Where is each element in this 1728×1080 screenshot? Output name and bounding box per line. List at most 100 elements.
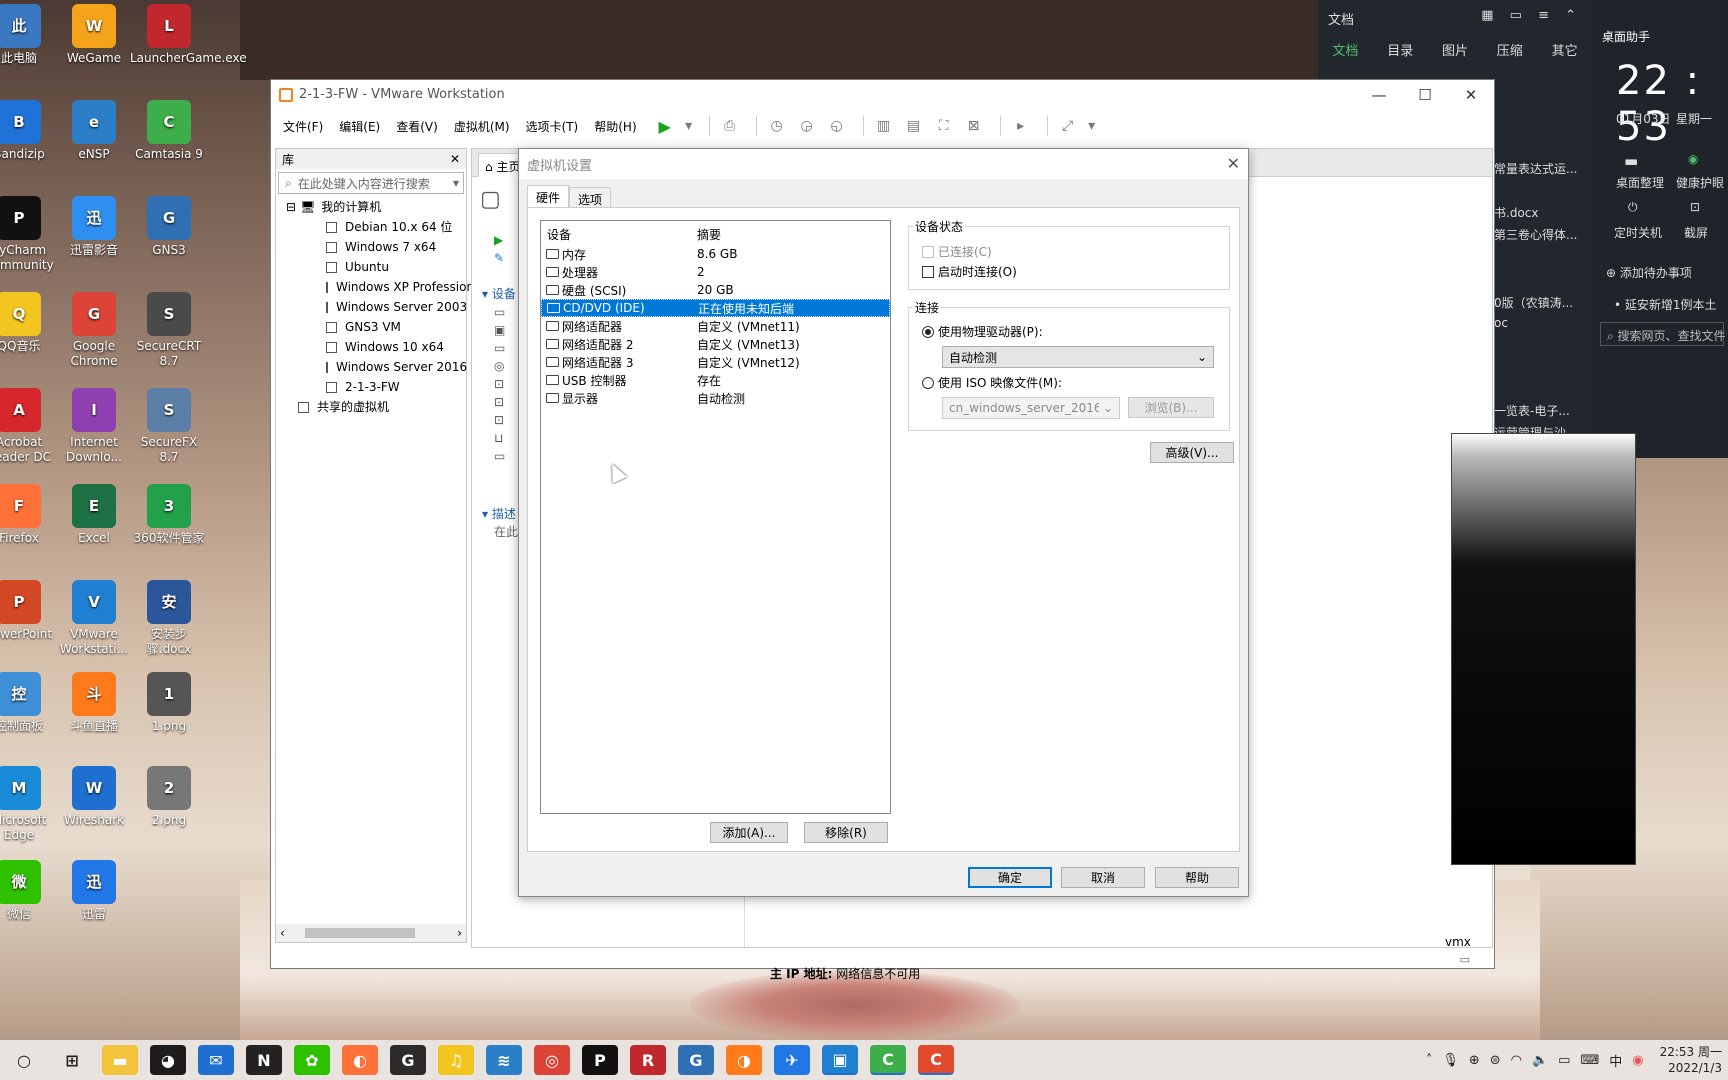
- desktop-icon[interactable]: 1 1.png: [130, 672, 208, 734]
- firefox-icon[interactable]: ◐: [342, 1045, 378, 1075]
- fullscreen-icon[interactable]: ⛶: [932, 115, 956, 137]
- widget-todo[interactable]: ⊕ 添加待办事项: [1606, 264, 1692, 281]
- widget-btn-screenshot[interactable]: 截屏: [1684, 224, 1708, 241]
- tree-vm-item[interactable]: Windows Server 2016: [286, 357, 467, 377]
- doc-tab-toc[interactable]: 目录: [1373, 40, 1428, 59]
- battery-icon[interactable]: ▭: [1558, 1053, 1570, 1068]
- devices-section[interactable]: ▾ 设备: [482, 285, 516, 302]
- device-row[interactable]: 显示器 自动检测: [541, 389, 890, 407]
- desktop-icon[interactable]: G GNS3: [130, 196, 208, 258]
- doc-list-item[interactable]: 书.docx: [1494, 204, 1538, 221]
- device-row[interactable]: USB 控制器 存在: [541, 371, 890, 389]
- help-button[interactable]: 帮助: [1155, 867, 1239, 888]
- vm-screen-thumbnail[interactable]: [1451, 433, 1636, 865]
- scroll-left-icon[interactable]: ‹: [280, 926, 285, 940]
- desktop-icon[interactable]: W WeGame: [55, 4, 133, 66]
- unity-icon[interactable]: ⊠: [962, 115, 986, 137]
- desktop-icon[interactable]: 此此电脑: [0, 4, 58, 66]
- doc-tab-archives[interactable]: 压缩: [1482, 40, 1537, 59]
- desktop-icon[interactable]: 斗斗鱼直播: [55, 672, 133, 734]
- camtasia-recorder-icon[interactable]: C: [918, 1045, 954, 1075]
- menu-edit[interactable]: 编辑(E): [339, 118, 380, 135]
- browse-button[interactable]: 浏览(B)...: [1128, 397, 1214, 418]
- device-row[interactable]: 内存 8.6 GB: [541, 245, 890, 263]
- dialog-titlebar[interactable]: 虚拟机设置: [519, 149, 1248, 179]
- volume-icon[interactable]: 🔈: [1532, 1053, 1548, 1068]
- iso-image-radio[interactable]: 使用 ISO 映像文件(M):: [922, 374, 1062, 391]
- device-row[interactable]: 处理器 2: [541, 263, 890, 281]
- connect-on-power-checkbox[interactable]: 启动时连接(O): [922, 263, 1017, 280]
- stretch-icon[interactable]: ⤢: [1056, 115, 1080, 137]
- chrome-icon[interactable]: ◎: [534, 1045, 570, 1075]
- snapshot-icon[interactable]: ◷: [765, 115, 789, 137]
- cortana-icon[interactable]: ○: [6, 1045, 42, 1075]
- desktop-icon[interactable]: 安安装步骤.docx: [130, 580, 208, 657]
- desktop-icon[interactable]: P PowerPoint: [0, 580, 58, 642]
- snapshot-manager-icon[interactable]: ◵: [825, 115, 849, 137]
- desktop-icon[interactable]: e eNSP: [55, 100, 133, 162]
- desktop-icon[interactable]: P PyCharm Community: [0, 196, 58, 273]
- widget-btn-organize[interactable]: 桌面整理: [1616, 174, 1664, 191]
- minimize-icon[interactable]: —: [1356, 80, 1402, 109]
- close-icon[interactable]: ✕: [1227, 154, 1240, 173]
- power-on-icon[interactable]: ▶: [653, 115, 677, 137]
- taskview-icon[interactable]: ⊞: [54, 1045, 90, 1075]
- qqmusic-icon[interactable]: ♫: [438, 1045, 474, 1075]
- collapse-icon[interactable]: ⊟: [286, 197, 296, 217]
- xunlei-icon[interactable]: ✈: [774, 1045, 810, 1075]
- desktop-icon[interactable]: Q QQ音乐: [0, 292, 58, 354]
- iso-path-input[interactable]: cn_windows_server_2016_v ⌄: [942, 397, 1120, 419]
- mail-icon[interactable]: ✉: [198, 1045, 234, 1075]
- status-message-icon[interactable]: ▭: [1460, 953, 1470, 966]
- menu-file[interactable]: 文件(F): [283, 118, 323, 135]
- chevron-up-icon[interactable]: ˄: [1426, 1053, 1433, 1068]
- doc-tab-other[interactable]: 其它: [1537, 40, 1592, 59]
- desktop-icon[interactable]: C Camtasia 9: [130, 100, 208, 162]
- menu-view[interactable]: 查看(V): [396, 118, 438, 135]
- desktop-icon[interactable]: A Acrobat Reader DC: [0, 388, 58, 465]
- console-icon[interactable]: ▸: [1009, 115, 1033, 137]
- menu-tabs[interactable]: 选项卡(T): [526, 118, 579, 135]
- desktop-icon[interactable]: L LauncherGame.exe: [130, 4, 247, 66]
- desktop-icon[interactable]: S SecureFX 8.7: [130, 388, 208, 465]
- tree-shared-vms[interactable]: 共享的虚拟机: [286, 397, 466, 417]
- widget-btn-eyecare[interactable]: 健康护眼: [1676, 174, 1724, 191]
- vmware-titlebar[interactable]: 2-1-3-FW - VMware Workstation: [271, 80, 1494, 109]
- library-view-icon[interactable]: ▥: [872, 115, 896, 137]
- remove-device-button[interactable]: 移除(R): [804, 822, 888, 843]
- network-icon[interactable]: ⊜: [1490, 1053, 1501, 1068]
- thumbnail-view-icon[interactable]: ▤: [902, 115, 926, 137]
- description-section[interactable]: ▾ 描述: [482, 505, 516, 522]
- desktop-icon[interactable]: 微微信: [0, 860, 58, 922]
- device-row[interactable]: CD/DVD (IDE) 正在使用未知后端: [541, 299, 890, 317]
- raka-icon[interactable]: R: [630, 1045, 666, 1075]
- library-search-input[interactable]: ⌕ 在此处键入内容进行搜索 ▾: [278, 172, 464, 194]
- desktop-icon[interactable]: 迅迅雷影音: [55, 196, 133, 258]
- input-method-icon[interactable]: 中: [1609, 1051, 1622, 1070]
- taskbar-clock[interactable]: 22:53 周一 2022/1/3: [1660, 1044, 1722, 1076]
- revert-snapshot-icon[interactable]: ◶: [795, 115, 819, 137]
- widget-search-input[interactable]: ⌕ 搜索网页、查找文件: [1600, 322, 1726, 346]
- doc-list-item[interactable]: oc: [1494, 316, 1508, 330]
- doc-list-item[interactable]: 0版（农镇涛...: [1494, 294, 1573, 311]
- doc-panel-controls[interactable]: ▦ ▭ ≡ ⌃: [1481, 8, 1582, 23]
- vmware-icon[interactable]: ▣: [822, 1045, 858, 1075]
- dropdown-arrow-icon[interactable]: ▾: [683, 115, 695, 137]
- doc-list-item[interactable]: 常量表达式运...: [1494, 160, 1577, 177]
- desktop-icon[interactable]: M Microsoft Edge: [0, 766, 58, 843]
- microphone-icon[interactable]: 🎙: [1442, 1053, 1459, 1068]
- device-row[interactable]: 网络适配器 2 自定义 (VMnet13): [541, 335, 890, 353]
- desktop-icon[interactable]: 控控制面板: [0, 672, 58, 734]
- camtasia-icon[interactable]: C: [870, 1045, 906, 1075]
- desktop-icon[interactable]: V VMware Workstati...: [55, 580, 133, 657]
- ok-button[interactable]: 确定: [968, 867, 1052, 888]
- tree-vm-item[interactable]: Windows Server 2003: [286, 297, 467, 317]
- cancel-button[interactable]: 取消: [1061, 867, 1145, 888]
- tree-vm-item[interactable]: GNS3 VM: [286, 317, 466, 337]
- wegame-icon[interactable]: G: [390, 1045, 426, 1075]
- qq-icon[interactable]: ◕: [150, 1045, 186, 1075]
- desktop-icon[interactable]: S SecureCRT 8.7: [130, 292, 208, 369]
- tree-vm-item[interactable]: 2-1-3-FW: [286, 377, 466, 397]
- doc-list-item[interactable]: 一览表-电子...: [1494, 402, 1570, 419]
- scroll-right-icon[interactable]: ›: [457, 926, 462, 940]
